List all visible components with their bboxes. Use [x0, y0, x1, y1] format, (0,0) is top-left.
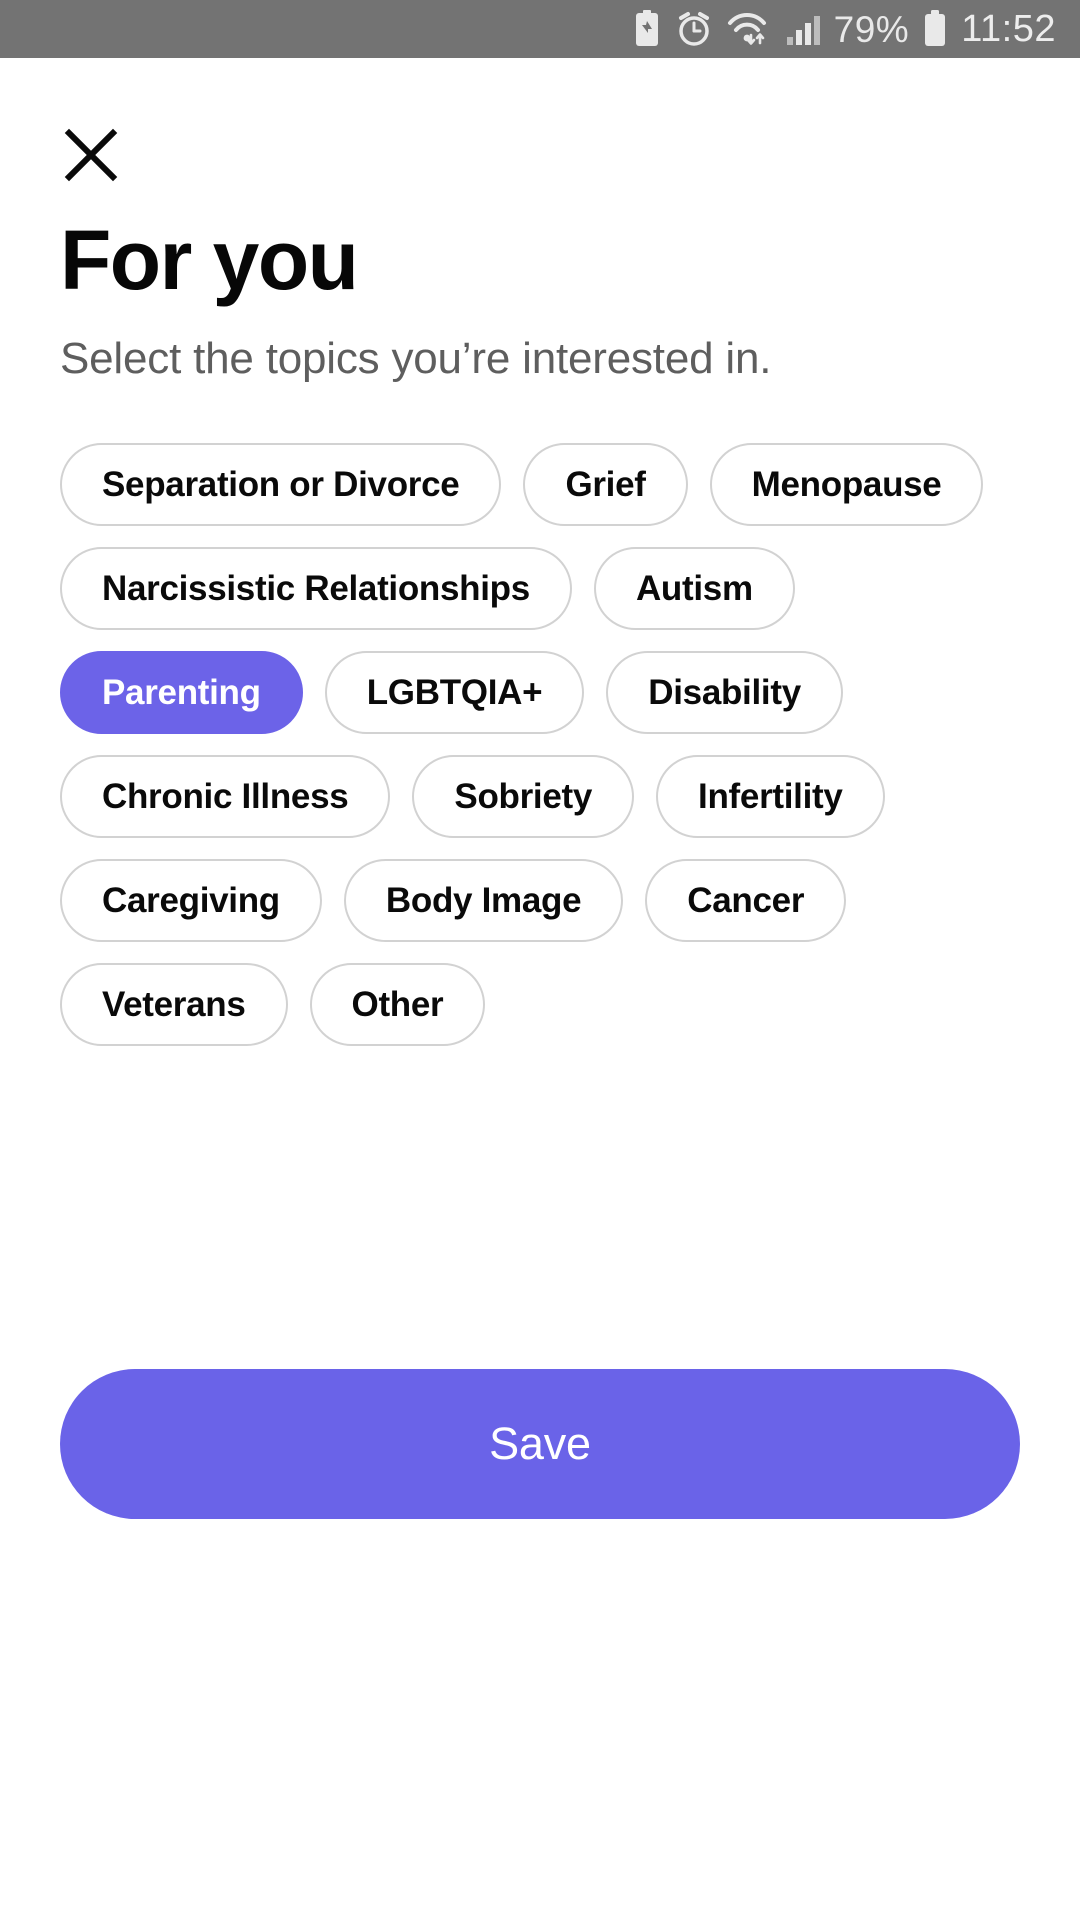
wifi-icon [726, 11, 772, 47]
topic-chip[interactable]: LGBTQIA+ [324, 651, 585, 734]
save-button[interactable]: Save [60, 1369, 1020, 1519]
topic-chip[interactable]: Chronic Illness [60, 755, 391, 838]
topic-chip[interactable]: Sobriety [412, 755, 635, 838]
cellular-signal-icon [786, 12, 820, 46]
page-subtitle: Select the topics you’re interested in. [60, 334, 772, 383]
topic-chip[interactable]: Grief [523, 443, 688, 526]
topic-chip[interactable]: Veterans [60, 963, 288, 1046]
topic-chip[interactable]: Body Image [343, 859, 624, 942]
page-title: For you [60, 213, 359, 307]
topic-chip[interactable]: Menopause [709, 443, 984, 526]
topic-chip[interactable]: Autism [593, 547, 795, 630]
topic-chip[interactable]: Narcissistic Relationships [60, 547, 572, 630]
topic-chip[interactable]: Caregiving [60, 859, 322, 942]
topic-chip[interactable]: Cancer [645, 859, 847, 942]
battery-saver-icon [632, 10, 662, 48]
status-bar-clock: 11:52 [961, 8, 1056, 50]
battery-icon [923, 10, 947, 48]
for-you-screen: For you Select the topics you’re interes… [0, 58, 1080, 1920]
topic-chip[interactable]: Parenting [60, 651, 303, 734]
battery-percent-label: 79% [833, 8, 910, 50]
topic-chip[interactable]: Other [309, 963, 486, 1046]
topic-chip[interactable]: Separation or Divorce [60, 443, 502, 526]
alarm-clock-icon [676, 11, 712, 47]
status-bar: 79% 11:52 [0, 0, 1080, 58]
close-icon[interactable] [60, 124, 122, 186]
topic-chip[interactable]: Infertility [656, 755, 885, 838]
topic-chip[interactable]: Disability [606, 651, 843, 734]
topic-chip-list: Separation or Divorce Grief Menopause Narci… [60, 443, 1020, 1046]
